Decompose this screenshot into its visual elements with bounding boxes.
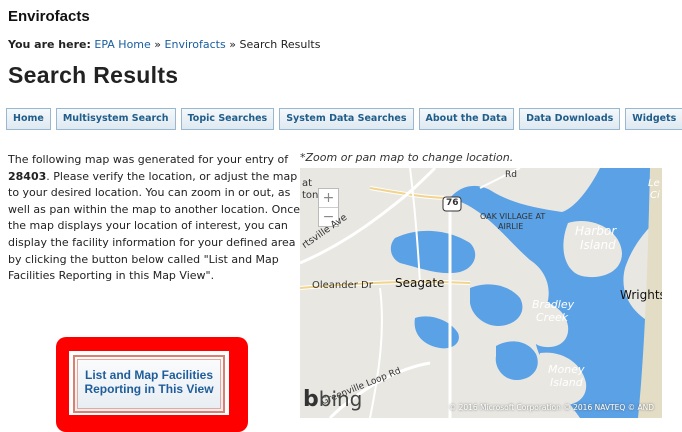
nav-tab-system-data-searches[interactable]: System Data Searches bbox=[279, 108, 414, 130]
map-view[interactable]: + − Rd at ton 76 OAK VILLAGE AT AIRLIE H… bbox=[300, 168, 662, 418]
list-and-map-facilities-label: List and Map Facilities Reporting in Thi… bbox=[84, 368, 214, 396]
map-label-wrights: Wrights bbox=[620, 288, 662, 302]
button-highlight: List and Map Facilities Reporting in Thi… bbox=[56, 337, 248, 432]
nav-tab-data-downloads[interactable]: Data Downloads bbox=[519, 108, 621, 130]
map-label-bradley: Bradley bbox=[532, 298, 575, 311]
breadcrumb-lead: You are here: bbox=[8, 38, 91, 51]
intro-zip: 28403 bbox=[8, 169, 47, 183]
map-label-oleander: Oleander Dr bbox=[312, 280, 373, 291]
breadcrumb-separator: » bbox=[154, 38, 162, 51]
map-label-rd: Rd bbox=[505, 170, 517, 180]
breadcrumb-epa-home-link[interactable]: EPA Home bbox=[94, 38, 150, 51]
nav-tab-about-the-data[interactable]: About the Data bbox=[418, 108, 515, 130]
breadcrumb-envirofacts-link[interactable]: Envirofacts bbox=[165, 38, 226, 51]
map-label-airlie: AIRLIE bbox=[498, 222, 524, 231]
map-label-at: at bbox=[302, 178, 313, 189]
page-title: Search Results bbox=[8, 62, 179, 88]
intro-part1: The following map was generated for your… bbox=[8, 153, 289, 166]
map-label-creek: Creek bbox=[536, 311, 569, 324]
map-label-ton: ton bbox=[302, 190, 319, 201]
main-nav: Home Multisystem Search Topic Searches S… bbox=[6, 108, 682, 130]
bing-wordmark: bing bbox=[318, 387, 363, 411]
map-label-seagate: Seagate bbox=[395, 276, 445, 290]
zoom-in-button[interactable]: + bbox=[319, 189, 338, 207]
nav-tab-widgets[interactable]: Widgets bbox=[625, 108, 682, 130]
map-label-route-76: 76 bbox=[446, 198, 459, 208]
map-label-oak-village: OAK VILLAGE AT bbox=[480, 212, 546, 221]
nav-tab-multisystem-search[interactable]: Multisystem Search bbox=[55, 108, 176, 130]
map-hint: *Zoom or pan map to change location. bbox=[300, 151, 514, 164]
map-label-ci: Ci bbox=[650, 190, 660, 201]
breadcrumb-separator: » bbox=[229, 38, 236, 51]
breadcrumb-current: Search Results bbox=[239, 38, 321, 51]
nav-tab-topic-searches[interactable]: Topic Searches bbox=[180, 108, 275, 130]
map-label-le: Le bbox=[648, 178, 660, 189]
intro-part2: . Please verify the location, or adjust … bbox=[8, 169, 301, 283]
map-label-harbor-island: Island bbox=[580, 238, 616, 252]
map-label-harbor: Harbor bbox=[575, 224, 617, 238]
button-frame: List and Map Facilities Reporting in Thi… bbox=[69, 351, 229, 415]
bing-b-icon: b bbox=[303, 387, 319, 412]
map-attribution: © 2016 Microsoft Corporation © 2016 NAVT… bbox=[448, 403, 654, 412]
list-and-map-facilities-button[interactable]: List and Map Facilities Reporting in Thi… bbox=[73, 355, 225, 413]
map-label-money-island: Island bbox=[550, 376, 583, 389]
site-title: Envirofacts bbox=[8, 8, 90, 25]
bing-logo: bbing bbox=[303, 387, 362, 412]
intro-text: The following map was generated for your… bbox=[8, 152, 304, 285]
breadcrumb: You are here: EPA Home » Envirofacts » S… bbox=[8, 38, 320, 51]
map-canvas bbox=[300, 168, 662, 418]
map-label-money: Money bbox=[548, 363, 585, 376]
nav-tab-home[interactable]: Home bbox=[6, 108, 51, 130]
